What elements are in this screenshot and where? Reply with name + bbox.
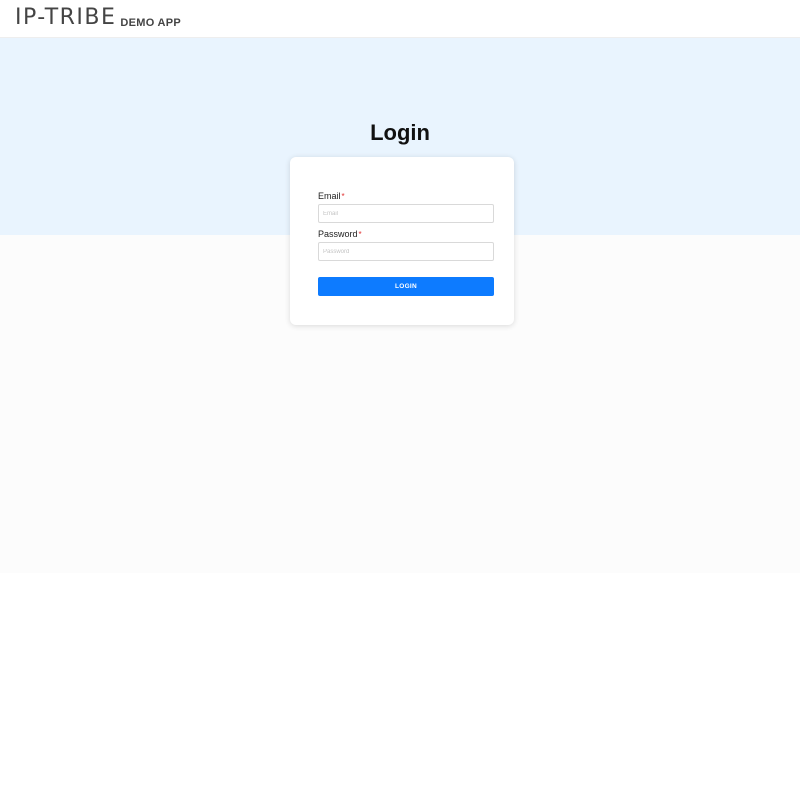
email-label-text: Email <box>318 191 341 201</box>
email-required-marker: * <box>341 192 345 201</box>
brand-logo[interactable]: IP-TRIBE <box>15 7 116 29</box>
page-title: Login <box>370 120 430 145</box>
password-label-text: Password <box>318 229 358 239</box>
password-required-marker: * <box>358 230 362 239</box>
password-label: Password* <box>318 229 494 240</box>
email-label: Email* <box>318 191 494 202</box>
login-button[interactable]: LOGIN <box>318 277 494 296</box>
password-input[interactable] <box>318 242 494 261</box>
email-input[interactable] <box>318 204 494 223</box>
app-header: IP-TRIBE DEMO APP <box>0 0 800 38</box>
login-card: Email* Password* LOGIN <box>290 157 514 325</box>
login-form: Email* Password* LOGIN <box>318 191 494 296</box>
brand-subtitle: DEMO APP <box>120 17 182 29</box>
